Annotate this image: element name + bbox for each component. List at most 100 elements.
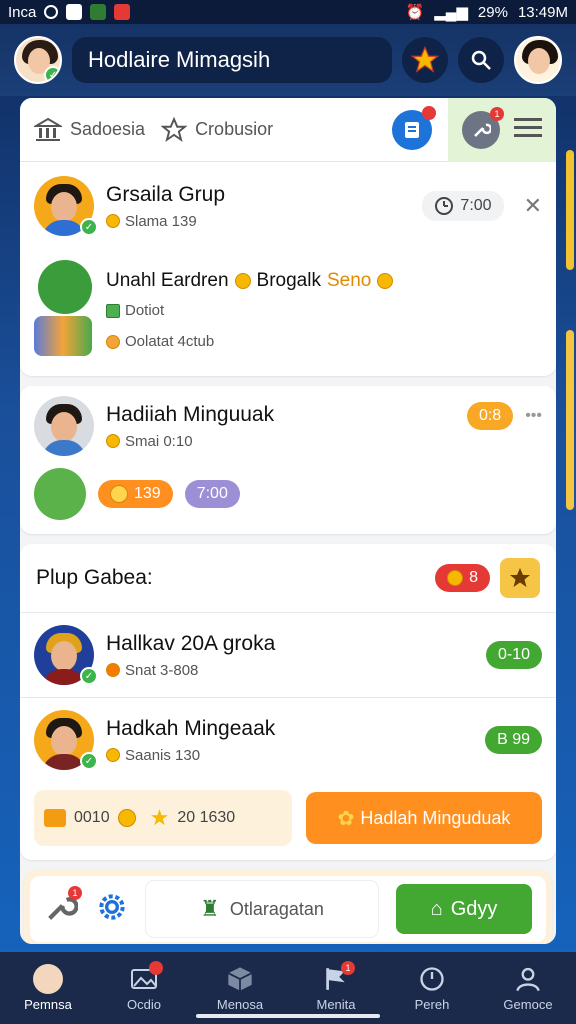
nav-item-timer[interactable]: Pereh [387,965,477,1012]
clock-icon [435,197,454,215]
search-icon [471,50,491,70]
verified-icon: ✓ [80,218,98,236]
game-notification-icon [114,4,131,20]
nav-item-flag[interactable]: 1 Menita [291,960,381,1012]
coin-icon [106,434,120,448]
person-icon [516,967,540,991]
favorites-button[interactable] [402,37,448,83]
tab-bar: Sadoesia Crobusior 1 [20,98,556,162]
document-icon [405,121,419,138]
secondary-action-button[interactable]: ♜ Otlaragatan [146,881,378,937]
hamburger-menu-icon [514,118,542,137]
camera-notification-icon [44,5,59,19]
row-tag: 0-10 [485,641,542,669]
emoji-icon [106,334,120,349]
tab-actions: 1 [448,98,556,162]
reward-row: 139 7:00 [20,468,556,534]
notification-badge: 1 [68,885,82,900]
reward-tag: 0:8 [466,402,514,430]
notification-badge: 1 [341,960,355,975]
wrench-icon [474,123,491,137]
item-subtitle: Dotiot [125,302,165,319]
bank-icon [34,117,62,141]
nav-item-box[interactable]: Menosa [195,965,285,1012]
item-subtitle: Smai 0:10 [125,432,193,450]
coin-icon [447,570,464,586]
contact-avatar[interactable] [514,36,562,84]
emoji-icon [234,273,251,289]
tab-label: Sadoesia [70,119,146,139]
chest-icon [44,809,66,827]
character-icon [34,468,86,520]
messages-button[interactable] [392,105,436,150]
close-icon[interactable]: ✕ [524,193,542,219]
page-title: Hodlaire Mimagsih [72,37,392,83]
coin-icon [106,748,120,762]
top-header: ✓ Hodlaire Mimagsih [0,24,576,96]
star-icon [410,45,440,73]
app-notification-icon [66,4,83,20]
home-indicator [196,1014,380,1018]
avatar-icon [33,963,63,994]
list-item[interactable]: Unahl Eardren Brogalk Seno Dotiot Oolata… [20,248,556,376]
tab-explore[interactable]: Crobusior [161,116,273,143]
stars-value: 20 1630 [177,809,236,826]
tools-button[interactable]: 1 [44,885,82,929]
list-item[interactable]: ✓ Grsaila Grup Slama 139 7:00 ✕ [20,162,556,248]
group-section: Plup Gabea: 8 ✓ Hallkav 20A groka Snat 3… [20,544,556,860]
item-title: Hadiiah Minguuak [106,402,275,426]
reward-card: Hadiiah Minguuak Smai 0:10 0:8 ••• 139 7… [20,386,556,534]
main-panel: Sadoesia Crobusior 1 ✓ Grsaila Grup Slam… [20,98,556,944]
item-subtitle: Oolatat 4ctub [125,333,215,350]
contact-avatar [34,396,94,456]
action-bar: 1 ♜ Otlaragatan ⌂ Gdyy [24,870,552,944]
star-outline-icon [161,116,188,142]
notification-badge [422,105,436,120]
item-title-extra: Brogalk [256,270,321,291]
battery-label: 29% [477,3,508,21]
verified-icon: ✓ [44,66,60,82]
coin-icon [110,485,128,503]
verified-icon: ✓ [80,752,98,770]
search-button[interactable] [458,37,504,83]
list-item[interactable]: Hadiiah Minguuak Smai 0:10 0:8 ••• [20,386,556,468]
carrier-label: Inca [8,3,37,21]
reward-summary: 0010 ★ 20 1630 ✿ Hadlah Minguduak [20,782,556,856]
coins-value: 0010 [74,809,110,826]
more-icon[interactable]: ••• [525,407,542,425]
claim-reward-button[interactable]: ✿ Hadlah Minguduak [306,792,542,844]
tools-button[interactable]: 1 [462,106,504,149]
nav-item-profile[interactable]: Pemnsa [3,963,93,1012]
clock-label: 13:49M [517,3,568,21]
tab-home[interactable]: Sadoesia [34,117,145,143]
profile-avatar[interactable]: ✓ [14,36,62,84]
primary-action-button[interactable]: ⌂ Gdyy [396,884,532,934]
nav-item-media[interactable]: Ocdio [99,960,189,1012]
section-title: Plup Gabea: [36,566,153,589]
achievement-button[interactable] [500,558,540,598]
home-icon: ⌂ [430,897,443,920]
table-row[interactable]: ✓ Hadkah Mingeaak Saanis 130 B 99 [20,698,556,782]
alarm-icon: ⏰ [405,4,425,21]
coin-icon [106,663,120,677]
nav-item-account[interactable]: Gemoce [483,965,573,1012]
row-title: Hadkah Mingeaak [106,716,276,740]
item-title: Unahl Eardren [106,270,229,291]
coin-icon [117,809,136,827]
dice-icon [34,316,92,356]
notification-badge: 1 [490,106,504,121]
box-icon [227,966,253,991]
row-title: Hallkav 20A groka [106,631,276,655]
store-notification-icon [90,4,107,20]
notification-badge [149,960,163,975]
coin-icon [106,214,120,228]
group-card: ✓ Grsaila Grup Slama 139 7:00 ✕ Unahl Ea… [20,162,556,376]
table-row[interactable]: ✓ Hallkav 20A groka Snat 3-808 0-10 [20,613,556,698]
coin-count-pill: 139 [98,480,173,508]
gear-icon [99,893,125,920]
menu-button[interactable] [514,116,542,143]
timer-badge: 7:00 [422,191,504,221]
item-title: Grsaila Grup [106,182,226,206]
row-subtitle: Snat 3-808 [125,661,199,679]
settings-button[interactable] [96,891,128,928]
